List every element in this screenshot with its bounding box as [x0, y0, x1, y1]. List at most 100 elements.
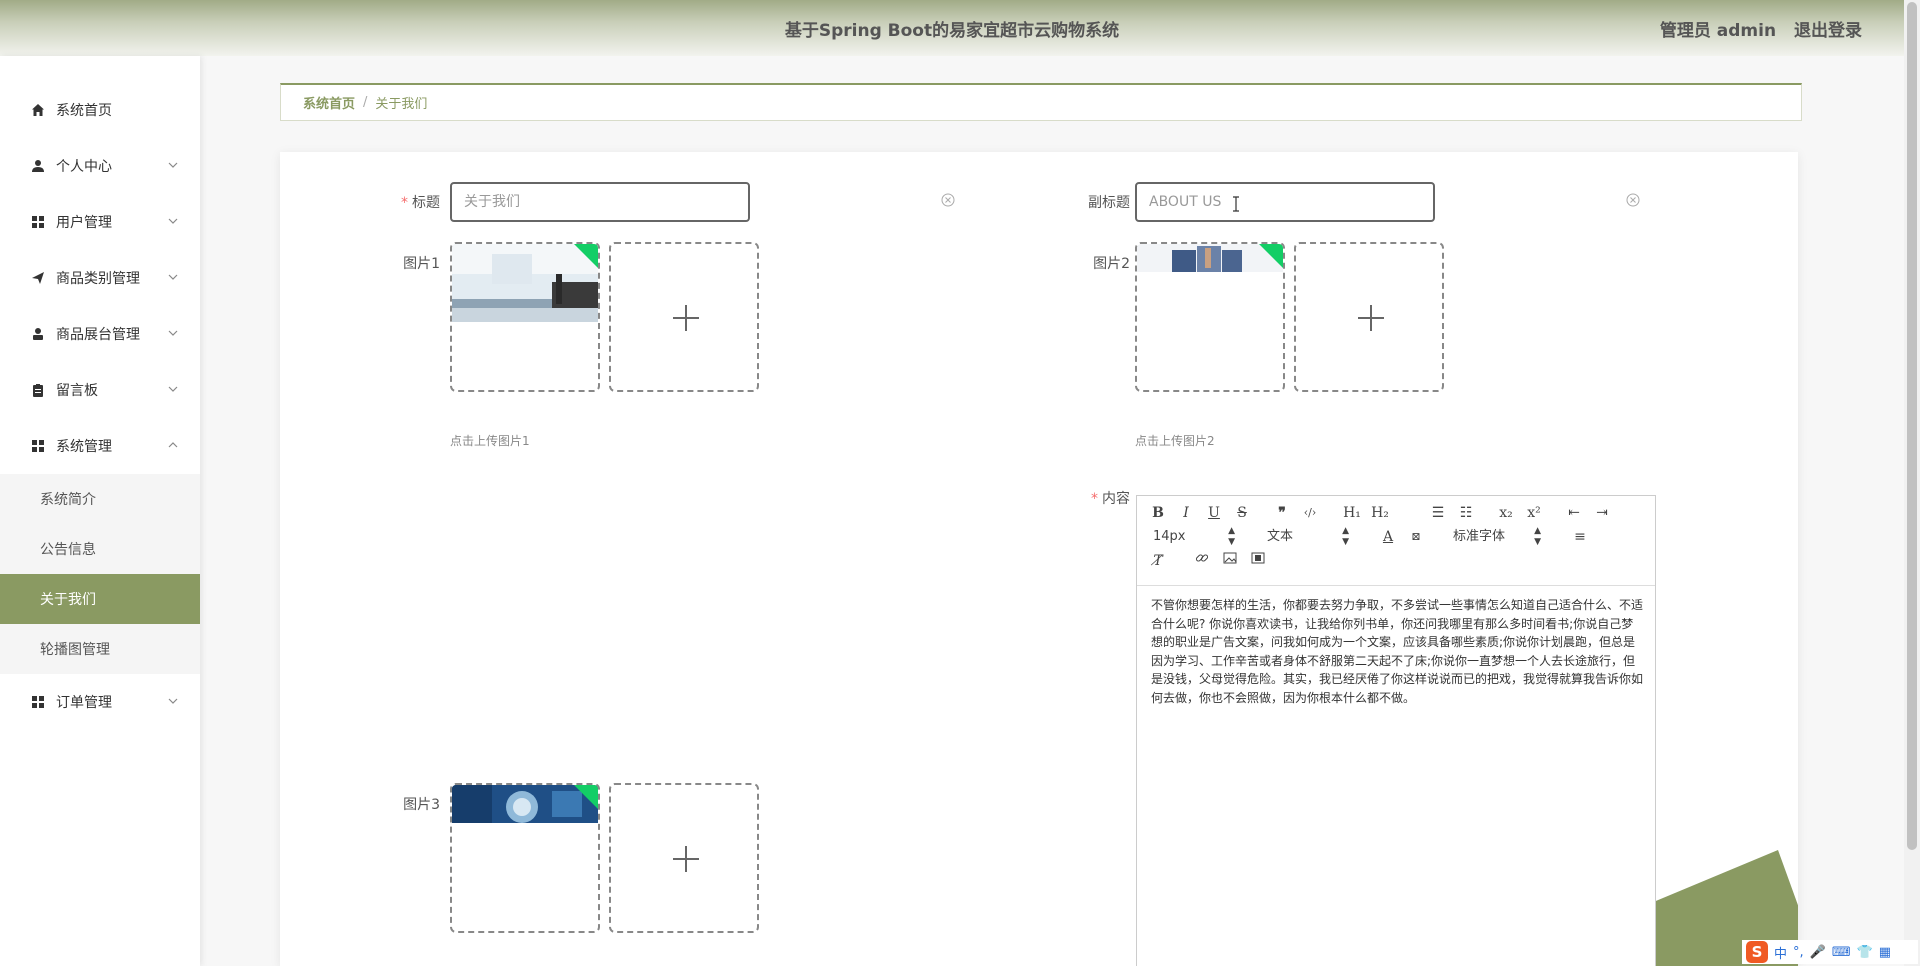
outdent-button[interactable]: ⇤	[1563, 502, 1585, 524]
bullet-list-button[interactable]: ☷	[1455, 502, 1477, 524]
sidebar-item-label: 留言板	[56, 383, 98, 399]
page-scrollbar[interactable]	[1904, 0, 1920, 966]
ime-mode[interactable]: 中	[1774, 943, 1787, 962]
pic3-upload-button[interactable]	[609, 783, 759, 933]
submenu-item-about-us[interactable]: 关于我们	[0, 574, 200, 624]
title-input[interactable]: 关于我们	[450, 182, 750, 222]
breadcrumb-current: 关于我们	[375, 97, 428, 112]
select-arrows-icon: ▲ ▼	[1228, 526, 1235, 547]
sidebar-item-user-management[interactable]: 用户管理	[0, 194, 200, 250]
text-cursor-icon	[1233, 196, 1239, 212]
video-icon	[1251, 552, 1265, 564]
sidebar-item-label: 订单管理	[56, 695, 112, 711]
chevron-down-icon	[168, 698, 178, 704]
chevron-down-icon	[168, 386, 178, 392]
punctuation-icon[interactable]: °,	[1793, 945, 1804, 960]
clear-icon[interactable]	[941, 193, 955, 207]
form-card: * 标题 关于我们 副标题 ABOUT US 图片1 点击上传图片1 图片2 点…	[280, 152, 1798, 966]
sidebar-item-showcase-management[interactable]: 商品展台管理	[0, 306, 200, 362]
image-button[interactable]	[1219, 550, 1241, 572]
plus-icon-v	[1370, 305, 1372, 331]
align-button[interactable]: ≡	[1569, 526, 1591, 548]
image-icon	[1223, 552, 1237, 564]
editor-toolbar: B I U S ❞ ‹/› H₁ H₂ ☰ ☷ x₂ x² ⇤ ⇥ 14px ▲…	[1137, 496, 1655, 586]
pic2-upload-button[interactable]	[1294, 242, 1444, 392]
breadcrumb: 系统首页 / 关于我们	[280, 83, 1802, 121]
bold-button[interactable]: B	[1147, 502, 1169, 524]
heading2-button[interactable]: H₂	[1369, 502, 1391, 524]
required-mark: *	[401, 195, 408, 211]
indent-button[interactable]: ⇥	[1591, 502, 1613, 524]
font-family-value: 标准字体	[1453, 529, 1506, 544]
subtitle-input[interactable]: ABOUT US	[1135, 182, 1435, 222]
chevron-up-icon	[168, 442, 178, 448]
keyboard-icon[interactable]: ⌨	[1832, 945, 1851, 960]
subtitle-label: 副标题	[1088, 195, 1130, 211]
plus-icon-v	[685, 846, 687, 872]
sidebar-item-label: 系统管理	[56, 439, 112, 455]
sidebar-item-personal-center[interactable]: 个人中心	[0, 138, 200, 194]
background-color-button[interactable]: ⊠	[1405, 526, 1427, 548]
sidebar-item-label: 系统首页	[56, 103, 112, 119]
ordered-list-button[interactable]: ☰	[1427, 502, 1449, 524]
superscript-button[interactable]: x²	[1523, 502, 1545, 524]
sidebar-item-category-management[interactable]: 商品类别管理	[0, 250, 200, 306]
chevron-down-icon	[168, 274, 178, 280]
pic2-label: 图片2	[1093, 256, 1130, 272]
app-title: 基于Spring Boot的易家宜超市云购物系统	[784, 21, 1120, 41]
breadcrumb-home-link[interactable]: 系统首页	[303, 93, 355, 112]
pic2-thumbnail[interactable]	[1135, 242, 1285, 392]
toolbox-icon[interactable]: ▦	[1879, 945, 1891, 960]
font-family-select[interactable]: 标准字体 ▲ ▼	[1453, 526, 1541, 548]
chevron-down-icon	[168, 162, 178, 168]
italic-button[interactable]: I	[1175, 502, 1197, 524]
font-color-button[interactable]: A	[1377, 526, 1399, 548]
title-label-text: 标题	[412, 195, 440, 211]
person-icon	[30, 326, 46, 342]
sidebar-item-order-management[interactable]: 订单管理	[0, 674, 200, 730]
sidebar-item-home[interactable]: 系统首页	[0, 82, 200, 138]
submenu-item-announcements[interactable]: 公告信息	[0, 524, 200, 574]
pic1-upload-button[interactable]	[609, 242, 759, 392]
breadcrumb-separator: /	[363, 95, 368, 110]
pic1-hint: 点击上传图片1	[450, 434, 530, 448]
pic3-thumbnail[interactable]	[450, 783, 600, 933]
font-size-select[interactable]: 14px ▲ ▼	[1153, 526, 1235, 548]
sidebar-item-label: 商品展台管理	[56, 327, 140, 343]
code-block-button[interactable]: ‹/›	[1299, 502, 1321, 524]
clear-format-button[interactable]: T̸	[1147, 550, 1169, 572]
content-label-text: 内容	[1102, 491, 1130, 507]
header-select[interactable]: 文本 ▲ ▼	[1267, 526, 1349, 548]
select-arrows-icon: ▲ ▼	[1342, 526, 1349, 547]
editor-content[interactable]: 不管你想要怎样的生活，你都要去努力争取，不多尝试一些事情怎么知道自己适合什么、不…	[1151, 596, 1645, 707]
link-button[interactable]	[1191, 550, 1213, 572]
video-button[interactable]	[1247, 550, 1269, 572]
scrollbar-thumb[interactable]	[1907, 2, 1917, 850]
skin-icon[interactable]: 👕	[1857, 945, 1873, 960]
sidebar-item-label: 个人中心	[56, 159, 112, 175]
sidebar-item-system-management[interactable]: 系统管理	[0, 418, 200, 474]
pic1-thumbnail[interactable]	[450, 242, 600, 392]
user-label: 管理员 admin	[1659, 21, 1777, 41]
subscript-button[interactable]: x₂	[1495, 502, 1517, 524]
submenu-item-carousel[interactable]: 轮播图管理	[0, 624, 200, 674]
sidebar-item-message-board[interactable]: 留言板	[0, 362, 200, 418]
clear-icon[interactable]	[1626, 193, 1640, 207]
microphone-icon[interactable]: 🎤	[1810, 945, 1826, 960]
heading1-button[interactable]: H₁	[1341, 502, 1363, 524]
sogou-logo-icon[interactable]: S	[1746, 941, 1768, 963]
chevron-down-icon	[168, 218, 178, 224]
top-header: 基于Spring Boot的易家宜超市云购物系统 管理员 admin 退出登录	[0, 0, 1904, 56]
strike-button[interactable]: S	[1231, 502, 1253, 524]
pic3-label: 图片3	[403, 797, 440, 813]
user-icon	[30, 158, 46, 174]
logout-link[interactable]: 退出登录	[1794, 21, 1862, 41]
underline-button[interactable]: U	[1203, 502, 1225, 524]
grid-icon	[30, 214, 46, 230]
font-size-value: 14px	[1153, 529, 1186, 544]
required-mark: *	[1091, 491, 1098, 507]
blockquote-button[interactable]: ❞	[1271, 502, 1293, 524]
pic1-label: 图片1	[403, 256, 440, 272]
submenu-item-system-intro[interactable]: 系统简介	[0, 474, 200, 524]
chevron-down-icon	[168, 330, 178, 336]
